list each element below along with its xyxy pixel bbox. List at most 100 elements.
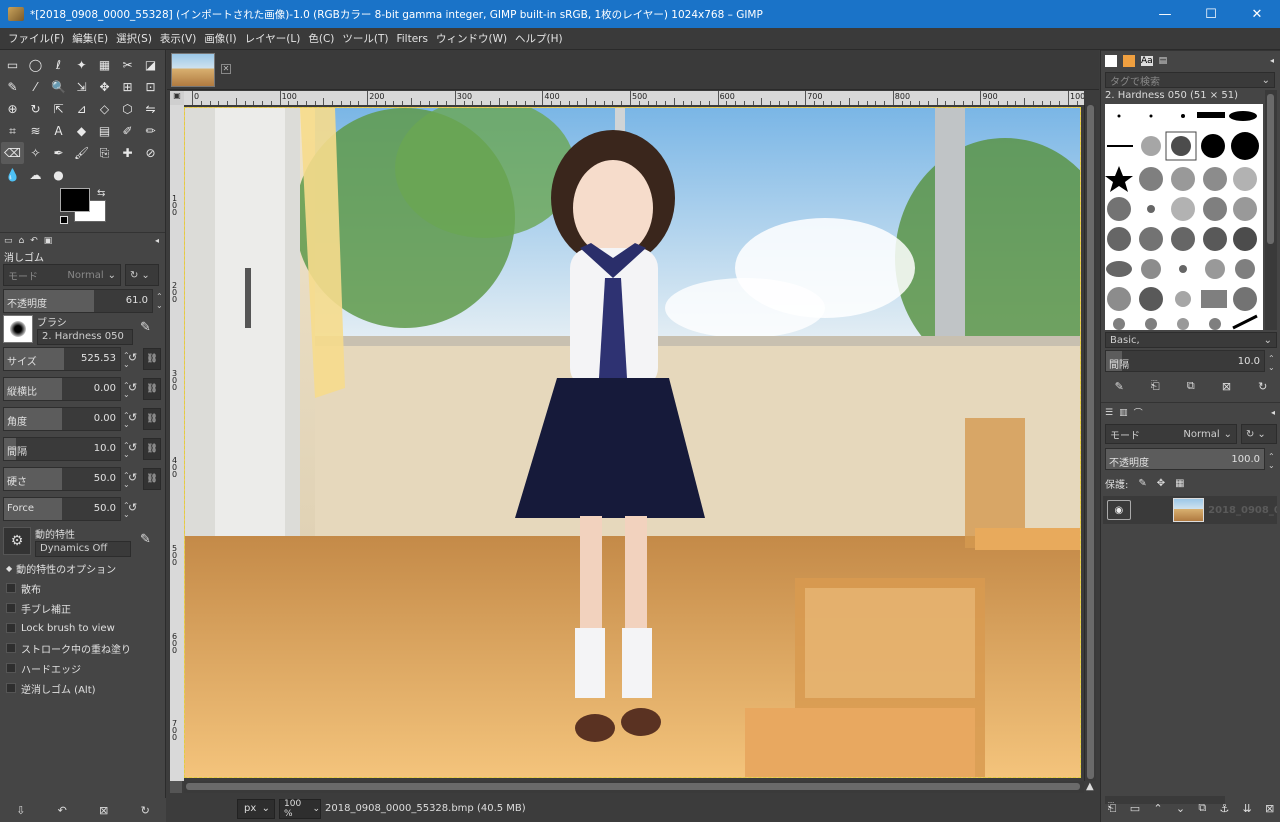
- menu-select[interactable]: 選択(S): [112, 31, 156, 46]
- airbrush-icon[interactable]: ✧: [24, 142, 47, 164]
- dynamics-icon[interactable]: ⚙: [3, 527, 31, 555]
- merge-layer-icon[interactable]: ⇊: [1243, 802, 1252, 815]
- brush-grid[interactable]: [1105, 104, 1263, 330]
- vertical-scrollbar[interactable]: [1084, 105, 1096, 781]
- scatter-checkbox[interactable]: 散布: [0, 578, 165, 598]
- force-slider[interactable]: Force 50.0: [3, 497, 121, 521]
- menu-windows[interactable]: ウィンドウ(W): [432, 31, 511, 46]
- horizontal-scrollbar[interactable]: [184, 781, 1084, 793]
- edit-dynamics-icon[interactable]: ✎: [140, 532, 151, 547]
- layer-mode-select[interactable]: モード Normal ⌄: [1105, 424, 1237, 444]
- image-tab-thumbnail[interactable]: [171, 53, 215, 87]
- lower-layer-icon[interactable]: ⌄: [1176, 802, 1185, 815]
- spacing-slider[interactable]: 間隔 10.0: [3, 437, 121, 461]
- text-icon[interactable]: A: [47, 120, 70, 142]
- brushes-tab-icon[interactable]: [1105, 54, 1117, 67]
- patterns-tab-icon[interactable]: [1123, 54, 1135, 67]
- navigate-icon[interactable]: ▲: [1086, 781, 1094, 792]
- brush-name[interactable]: 2. Hardness 050: [37, 328, 133, 345]
- opacity-spin[interactable]: ⌃ ⌄: [156, 292, 163, 310]
- paths-icon[interactable]: ✎: [1, 76, 24, 98]
- restore-options-icon[interactable]: ↶: [58, 804, 67, 817]
- pencil-icon[interactable]: ✏: [139, 120, 162, 142]
- zoom-select[interactable]: 100 % ⌄: [279, 798, 321, 819]
- mode-reset-select[interactable]: ↻ ⌄: [125, 264, 159, 286]
- color-picker-icon[interactable]: ⁄: [24, 76, 47, 98]
- move-icon[interactable]: ✥: [93, 76, 116, 98]
- zoom-icon[interactable]: 🔍: [47, 76, 70, 98]
- layers-tab-icon[interactable]: ☰: [1105, 408, 1113, 418]
- menu-tools[interactable]: ツール(T): [338, 31, 392, 46]
- foreground-select-icon[interactable]: ◪: [139, 54, 162, 76]
- brush-preview[interactable]: [3, 315, 33, 343]
- menu-image[interactable]: 画像(I): [200, 31, 240, 46]
- save-options-icon[interactable]: ⇩: [16, 804, 25, 817]
- paintbrush-icon[interactable]: ✐: [116, 120, 139, 142]
- incremental-checkbox[interactable]: ストローク中の重ね塗り: [0, 638, 165, 658]
- swap-colors-icon[interactable]: ⇆: [97, 188, 105, 199]
- fuzzy-select-icon[interactable]: ✦: [70, 54, 93, 76]
- unified-transform-icon[interactable]: ⊕: [1, 98, 24, 120]
- link-icon[interactable]: ⛓: [143, 438, 161, 460]
- smudge-icon[interactable]: ☁: [24, 164, 47, 186]
- tool-options-tab-icon[interactable]: ▭: [4, 236, 13, 246]
- duplicate-brush-icon[interactable]: ⧉: [1187, 379, 1195, 393]
- dynamics-select[interactable]: Dynamics Off: [35, 540, 131, 557]
- edit-brush-icon[interactable]: ✎: [140, 320, 151, 335]
- eraser-icon[interactable]: ⌫: [1, 142, 24, 164]
- refresh-brushes-icon[interactable]: ↻: [1258, 380, 1267, 393]
- link-icon[interactable]: ⛓: [143, 348, 161, 370]
- brush-spacing-slider[interactable]: 間隔 10.0: [1105, 350, 1265, 372]
- delete-layer-icon[interactable]: ⊠: [1265, 802, 1274, 815]
- rotate-icon[interactable]: ↻: [24, 98, 47, 120]
- size-slider[interactable]: サイズ 525.53: [3, 347, 121, 371]
- align-icon[interactable]: ⊞: [116, 76, 139, 98]
- lock-position-icon[interactable]: ✥: [1157, 478, 1165, 489]
- scale-icon[interactable]: ⇱: [47, 98, 70, 120]
- lasso-icon[interactable]: ℓ: [47, 54, 70, 76]
- duplicate-layer-icon[interactable]: ⧉: [1198, 801, 1206, 815]
- raise-layer-icon[interactable]: ⌃: [1153, 802, 1162, 815]
- perspective-clone-icon[interactable]: ⊘: [139, 142, 162, 164]
- default-colors-icon[interactable]: [60, 216, 68, 224]
- heal-icon[interactable]: ✚: [116, 142, 139, 164]
- warp-icon[interactable]: ≋: [24, 120, 47, 142]
- menu-layer[interactable]: レイヤー(L): [241, 31, 305, 46]
- crop-icon[interactable]: ⊡: [139, 76, 162, 98]
- delete-options-icon[interactable]: ⊠: [99, 804, 108, 817]
- angle-slider[interactable]: 角度 0.00: [3, 407, 121, 431]
- aspect-slider[interactable]: 縦横比 0.00: [3, 377, 121, 401]
- lock-brush-checkbox[interactable]: Lock brush to view: [0, 618, 165, 638]
- reset-icon[interactable]: ↺: [128, 351, 137, 364]
- new-brush-icon[interactable]: ⎗: [1151, 379, 1160, 393]
- ellipse-select-icon[interactable]: ◯: [24, 54, 47, 76]
- edit-brush-icon[interactable]: ✎: [1115, 380, 1124, 393]
- anti-erase-checkbox[interactable]: 逆消しゴム (Alt): [0, 678, 165, 698]
- smooth-stroke-checkbox[interactable]: 手ブレ補正: [0, 598, 165, 618]
- menu-help[interactable]: ヘルプ(H): [511, 31, 567, 46]
- layer-row[interactable]: ◉ 2018_0908_0000_55328.bmp: [1103, 496, 1277, 524]
- hard-edge-checkbox[interactable]: ハードエッジ: [0, 658, 165, 678]
- images-tab-icon[interactable]: ▣: [44, 236, 53, 246]
- menu-file[interactable]: ファイル(F): [4, 31, 68, 46]
- paths-tab-icon[interactable]: ⌒: [1134, 406, 1143, 419]
- delete-brush-icon[interactable]: ⊠: [1222, 380, 1231, 393]
- unit-select[interactable]: px ⌄: [237, 798, 275, 819]
- undo-history-tab-icon[interactable]: ↶: [30, 236, 38, 246]
- dynamics-options-expander[interactable]: ◆ 動的特性のオプション: [0, 558, 165, 578]
- gradient-icon[interactable]: ▤: [93, 120, 116, 142]
- image-canvas[interactable]: [184, 107, 1081, 778]
- color-select-icon[interactable]: ▦: [93, 54, 116, 76]
- reset-icon[interactable]: ↺: [128, 411, 137, 424]
- anchor-layer-icon[interactable]: ⚓: [1219, 802, 1229, 815]
- dodge-burn-icon[interactable]: ●: [47, 164, 70, 186]
- bucket-fill-icon[interactable]: ◆: [70, 120, 93, 142]
- mypaint-brush-icon[interactable]: 🖌: [70, 142, 93, 164]
- 3d-transform-icon[interactable]: ⬡: [116, 98, 139, 120]
- lock-alpha-icon[interactable]: ▦: [1175, 478, 1184, 489]
- gradients-tab-icon[interactable]: ▤: [1159, 56, 1168, 66]
- dock-menu-icon[interactable]: ◂: [1270, 56, 1274, 65]
- lock-pixels-icon[interactable]: ✎: [1138, 478, 1146, 489]
- layer-opacity-slider[interactable]: 不透明度 100.0: [1105, 448, 1265, 470]
- link-icon[interactable]: ⛓: [143, 408, 161, 430]
